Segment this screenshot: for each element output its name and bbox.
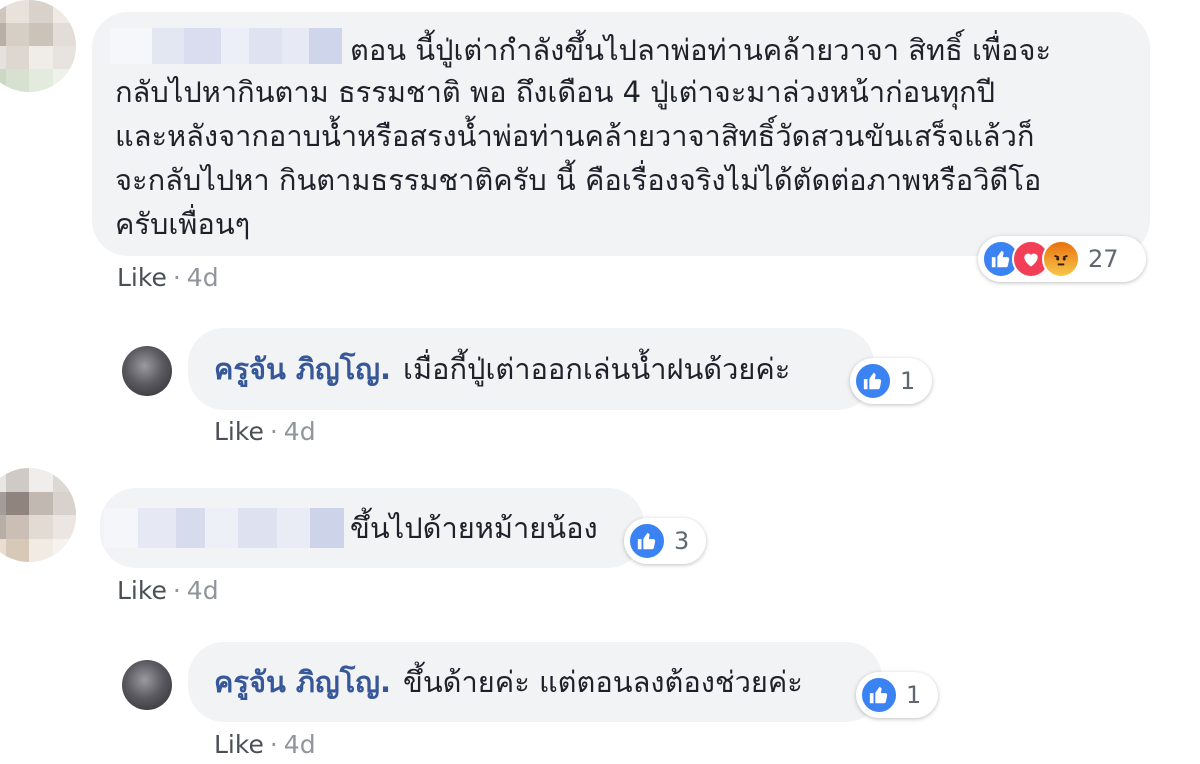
meta-separator: · — [172, 263, 181, 292]
comment-body: เมื่อกี้ปู่เต่าออกเล่นน้ำฝนด้วยค่ะ — [403, 352, 791, 386]
reaction-summary[interactable]: 3 — [624, 518, 706, 564]
comment-text-line: ครับเพื่อนๆ — [115, 207, 251, 241]
reaction-summary[interactable]: 1 — [850, 358, 932, 404]
author-name-blurred[interactable] — [110, 28, 342, 64]
angry-icon — [1042, 240, 1080, 278]
comment-author[interactable]: ครูจัน ภิญโญ. — [214, 665, 391, 699]
comment-text-line: ตอน นี้ปู่เต่ากำลังขึ้นไปลาพ่อท่านคล้ายว… — [350, 33, 1052, 67]
comment-body: ขึ้นไปด้ายหม้ายน้อง — [350, 511, 598, 545]
like-link[interactable]: Like — [214, 417, 264, 446]
like-link[interactable]: Like — [117, 576, 167, 605]
meta-separator: · — [269, 417, 278, 446]
reaction-summary[interactable]: 27 — [978, 236, 1146, 282]
meta-separator: · — [172, 576, 181, 605]
comment-meta: Like · 4d — [117, 263, 219, 292]
comment-age[interactable]: 4d — [284, 417, 316, 446]
avatar[interactable] — [0, 0, 76, 92]
meta-separator: · — [269, 730, 278, 759]
comment-age[interactable]: 4d — [284, 730, 316, 759]
avatar[interactable] — [0, 468, 76, 562]
comment-text: ตอน นี้ปู่เต่ากำลังขึ้นไปลาพ่อท่านคล้ายว… — [350, 30, 1051, 70]
comment-age[interactable]: 4d — [187, 576, 219, 605]
like-icon — [860, 676, 898, 714]
author-name-blurred[interactable] — [104, 508, 344, 548]
comment-text: กลับไปหากินตาม ธรรมชาติ พอ ถึงเดือน 4 ปู… — [115, 72, 1041, 244]
comment-age[interactable]: 4d — [187, 263, 219, 292]
comment-author[interactable]: ครูจัน ภิญโญ. — [214, 352, 391, 386]
like-link[interactable]: Like — [214, 730, 264, 759]
avatar[interactable] — [122, 660, 172, 710]
comment-meta: Like · 4d — [117, 576, 219, 605]
comment-meta: Like · 4d — [214, 730, 316, 759]
comment-text: ครูจัน ภิญโญ. เมื่อกี้ปู่เต่าออกเล่นน้ำฝน… — [214, 349, 790, 389]
comment-text: ขึ้นไปด้ายหม้ายน้อง — [350, 508, 598, 548]
reaction-count: 3 — [674, 527, 690, 555]
reaction-summary[interactable]: 1 — [856, 672, 938, 718]
comment-text-line: กลับไปหากินตาม ธรรมชาติ พอ ถึงเดือน 4 ปู… — [115, 75, 996, 109]
comment-text-line: และหลังจากอาบน้ำหรือสรงน้ำพ่อท่านคล้ายวา… — [115, 119, 1035, 153]
comment-text-line: จะกลับไปหา กินตามธรรมชาติครับ นี้ คือเรื… — [115, 163, 1042, 197]
reaction-count: 1 — [906, 681, 922, 709]
comment-text: ครูจัน ภิญโญ. ขึ้นด้ายค่ะ แต่ตอนลงต้องช่ว… — [214, 662, 803, 702]
avatar[interactable] — [122, 346, 172, 396]
like-icon — [854, 362, 892, 400]
reaction-count: 27 — [1088, 245, 1119, 273]
reaction-count: 1 — [900, 367, 916, 395]
comment-meta: Like · 4d — [214, 417, 316, 446]
like-link[interactable]: Like — [117, 263, 167, 292]
like-icon — [628, 522, 666, 560]
comment-body: ขึ้นด้ายค่ะ แต่ตอนลงต้องช่วยค่ะ — [403, 665, 803, 699]
